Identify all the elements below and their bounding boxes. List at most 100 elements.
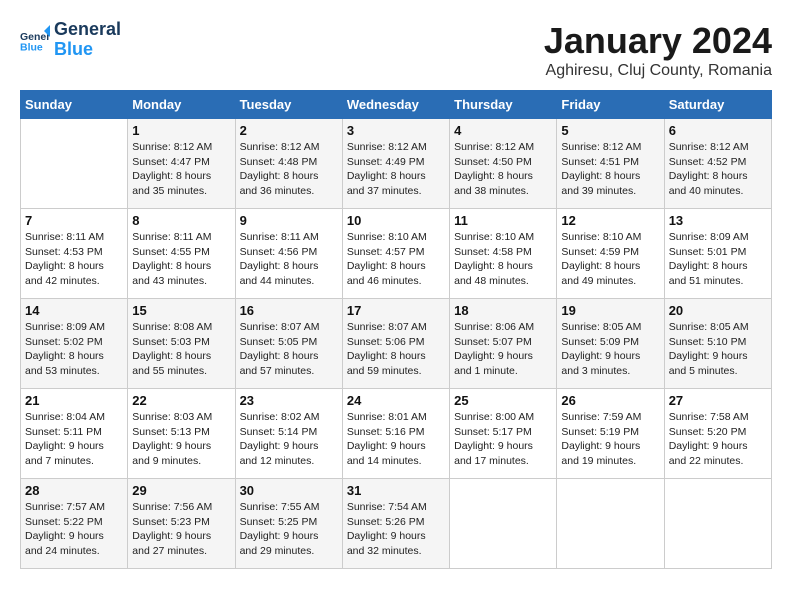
calendar-week-row: 14 Sunrise: 8:09 AM Sunset: 5:02 PM Dayli… — [21, 299, 772, 389]
day-number: 7 — [25, 213, 123, 228]
day-info: Sunrise: 8:12 AM Sunset: 4:49 PM Dayligh… — [347, 140, 445, 199]
calendar-cell: 27 Sunrise: 7:58 AM Sunset: 5:20 PM Dayli… — [664, 389, 771, 479]
day-info: Sunrise: 8:09 AM Sunset: 5:02 PM Dayligh… — [25, 320, 123, 379]
calendar-cell: 6 Sunrise: 8:12 AM Sunset: 4:52 PM Daylig… — [664, 119, 771, 209]
calendar-cell: 13Sunrise: 8:09 AM Sunset: 5:01 PM Dayli… — [664, 209, 771, 299]
day-number: 23 — [240, 393, 338, 408]
calendar-cell: 17 Sunrise: 8:07 AM Sunset: 5:06 PM Dayli… — [342, 299, 449, 389]
day-info: Sunrise: 7:56 AM Sunset: 5:23 PM Dayligh… — [132, 500, 230, 559]
calendar-table: SundayMondayTuesdayWednesdayThursdayFrid… — [20, 90, 772, 569]
day-number: 3 — [347, 123, 445, 138]
calendar-cell: 31Sunrise: 7:54 AM Sunset: 5:26 PM Dayli… — [342, 479, 449, 569]
day-number: 27 — [669, 393, 767, 408]
calendar-cell: 22Sunrise: 8:03 AM Sunset: 5:13 PM Dayli… — [128, 389, 235, 479]
day-info: Sunrise: 8:01 AM Sunset: 5:16 PM Dayligh… — [347, 410, 445, 469]
day-number: 20 — [669, 303, 767, 318]
day-number: 15 — [132, 303, 230, 318]
day-info: Sunrise: 8:12 AM Sunset: 4:47 PM Dayligh… — [132, 140, 230, 199]
day-number: 19 — [561, 303, 659, 318]
calendar-cell: 23 Sunrise: 8:02 AM Sunset: 5:14 PM Dayli… — [235, 389, 342, 479]
day-number: 8 — [132, 213, 230, 228]
calendar-cell: 7 Sunrise: 8:11 AM Sunset: 4:53 PM Daylig… — [21, 209, 128, 299]
calendar-cell: 29 Sunrise: 7:56 AM Sunset: 5:23 PM Dayli… — [128, 479, 235, 569]
day-number: 6 — [669, 123, 767, 138]
day-info: Sunrise: 8:12 AM Sunset: 4:52 PM Dayligh… — [669, 140, 767, 199]
calendar-cell: 14 Sunrise: 8:09 AM Sunset: 5:02 PM Dayli… — [21, 299, 128, 389]
svg-text:Blue: Blue — [20, 41, 43, 53]
calendar-week-row: 7 Sunrise: 8:11 AM Sunset: 4:53 PM Daylig… — [21, 209, 772, 299]
title-block: January 2024 Aghiresu, Cluj County, Roma… — [544, 20, 772, 80]
day-number: 21 — [25, 393, 123, 408]
day-info: Sunrise: 8:11 AM Sunset: 4:56 PM Dayligh… — [240, 230, 338, 289]
weekday-header: Sunday — [21, 91, 128, 119]
calendar-week-row: 1 Sunrise: 8:12 AM Sunset: 4:47 PM Daylig… — [21, 119, 772, 209]
day-info: Sunrise: 7:59 AM Sunset: 5:19 PM Dayligh… — [561, 410, 659, 469]
day-number: 5 — [561, 123, 659, 138]
calendar-cell: 21Sunrise: 8:04 AM Sunset: 5:11 PM Dayli… — [21, 389, 128, 479]
calendar-cell: 3 Sunrise: 8:12 AM Sunset: 4:49 PM Daylig… — [342, 119, 449, 209]
day-number: 28 — [25, 483, 123, 498]
day-info: Sunrise: 7:58 AM Sunset: 5:20 PM Dayligh… — [669, 410, 767, 469]
calendar-cell: 2Sunrise: 8:12 AM Sunset: 4:48 PM Daylig… — [235, 119, 342, 209]
day-info: Sunrise: 8:09 AM Sunset: 5:01 PM Dayligh… — [669, 230, 767, 289]
day-number: 17 — [347, 303, 445, 318]
logo-icon: General Blue — [20, 25, 50, 55]
weekday-header: Monday — [128, 91, 235, 119]
day-info: Sunrise: 8:02 AM Sunset: 5:14 PM Dayligh… — [240, 410, 338, 469]
day-info: Sunrise: 8:10 AM Sunset: 4:59 PM Dayligh… — [561, 230, 659, 289]
day-number: 12 — [561, 213, 659, 228]
day-info: Sunrise: 8:07 AM Sunset: 5:05 PM Dayligh… — [240, 320, 338, 379]
day-number: 24 — [347, 393, 445, 408]
calendar-cell: 24 Sunrise: 8:01 AM Sunset: 5:16 PM Dayli… — [342, 389, 449, 479]
day-info: Sunrise: 8:10 AM Sunset: 4:57 PM Dayligh… — [347, 230, 445, 289]
day-number: 16 — [240, 303, 338, 318]
day-info: Sunrise: 8:12 AM Sunset: 4:50 PM Dayligh… — [454, 140, 552, 199]
day-number: 9 — [240, 213, 338, 228]
calendar-cell: 30Sunrise: 7:55 AM Sunset: 5:25 PM Dayli… — [235, 479, 342, 569]
calendar-cell — [664, 479, 771, 569]
day-info: Sunrise: 8:10 AM Sunset: 4:58 PM Dayligh… — [454, 230, 552, 289]
day-info: Sunrise: 8:03 AM Sunset: 5:13 PM Dayligh… — [132, 410, 230, 469]
location-subtitle: Aghiresu, Cluj County, Romania — [544, 62, 772, 80]
day-info: Sunrise: 8:12 AM Sunset: 4:51 PM Dayligh… — [561, 140, 659, 199]
day-number: 1 — [132, 123, 230, 138]
calendar-cell: 5 Sunrise: 8:12 AM Sunset: 4:51 PM Daylig… — [557, 119, 664, 209]
weekday-header: Wednesday — [342, 91, 449, 119]
day-info: Sunrise: 8:07 AM Sunset: 5:06 PM Dayligh… — [347, 320, 445, 379]
day-number: 4 — [454, 123, 552, 138]
day-info: Sunrise: 8:11 AM Sunset: 4:55 PM Dayligh… — [132, 230, 230, 289]
calendar-cell: 11 Sunrise: 8:10 AM Sunset: 4:58 PM Dayli… — [450, 209, 557, 299]
calendar-cell: 19 Sunrise: 8:05 AM Sunset: 5:09 PM Dayli… — [557, 299, 664, 389]
logo: General Blue General Blue — [20, 20, 121, 60]
calendar-cell — [21, 119, 128, 209]
calendar-cell: 20Sunrise: 8:05 AM Sunset: 5:10 PM Dayli… — [664, 299, 771, 389]
day-info: Sunrise: 8:05 AM Sunset: 5:09 PM Dayligh… — [561, 320, 659, 379]
calendar-week-row: 28 Sunrise: 7:57 AM Sunset: 5:22 PM Dayli… — [21, 479, 772, 569]
calendar-cell: 16 Sunrise: 8:07 AM Sunset: 5:05 PM Dayli… — [235, 299, 342, 389]
day-number: 10 — [347, 213, 445, 228]
calendar-cell: 18Sunrise: 8:06 AM Sunset: 5:07 PM Dayli… — [450, 299, 557, 389]
calendar-cell: 8 Sunrise: 8:11 AM Sunset: 4:55 PM Daylig… — [128, 209, 235, 299]
calendar-cell: 1 Sunrise: 8:12 AM Sunset: 4:47 PM Daylig… — [128, 119, 235, 209]
day-number: 25 — [454, 393, 552, 408]
calendar-cell: 9 Sunrise: 8:11 AM Sunset: 4:56 PM Daylig… — [235, 209, 342, 299]
day-info: Sunrise: 8:08 AM Sunset: 5:03 PM Dayligh… — [132, 320, 230, 379]
calendar-cell: 15 Sunrise: 8:08 AM Sunset: 5:03 PM Dayli… — [128, 299, 235, 389]
calendar-header-row: SundayMondayTuesdayWednesdayThursdayFrid… — [21, 91, 772, 119]
day-info: Sunrise: 7:57 AM Sunset: 5:22 PM Dayligh… — [25, 500, 123, 559]
calendar-cell: 25 Sunrise: 8:00 AM Sunset: 5:17 PM Dayli… — [450, 389, 557, 479]
day-info: Sunrise: 8:11 AM Sunset: 4:53 PM Dayligh… — [25, 230, 123, 289]
calendar-week-row: 21Sunrise: 8:04 AM Sunset: 5:11 PM Dayli… — [21, 389, 772, 479]
day-number: 2 — [240, 123, 338, 138]
day-number: 26 — [561, 393, 659, 408]
calendar-cell: 4 Sunrise: 8:12 AM Sunset: 4:50 PM Daylig… — [450, 119, 557, 209]
day-number: 11 — [454, 213, 552, 228]
day-number: 31 — [347, 483, 445, 498]
day-number: 18 — [454, 303, 552, 318]
day-number: 14 — [25, 303, 123, 318]
calendar-cell: 26 Sunrise: 7:59 AM Sunset: 5:19 PM Dayli… — [557, 389, 664, 479]
day-info: Sunrise: 8:00 AM Sunset: 5:17 PM Dayligh… — [454, 410, 552, 469]
calendar-cell: 28 Sunrise: 7:57 AM Sunset: 5:22 PM Dayli… — [21, 479, 128, 569]
logo-text-line2: Blue — [54, 40, 121, 60]
day-number: 29 — [132, 483, 230, 498]
